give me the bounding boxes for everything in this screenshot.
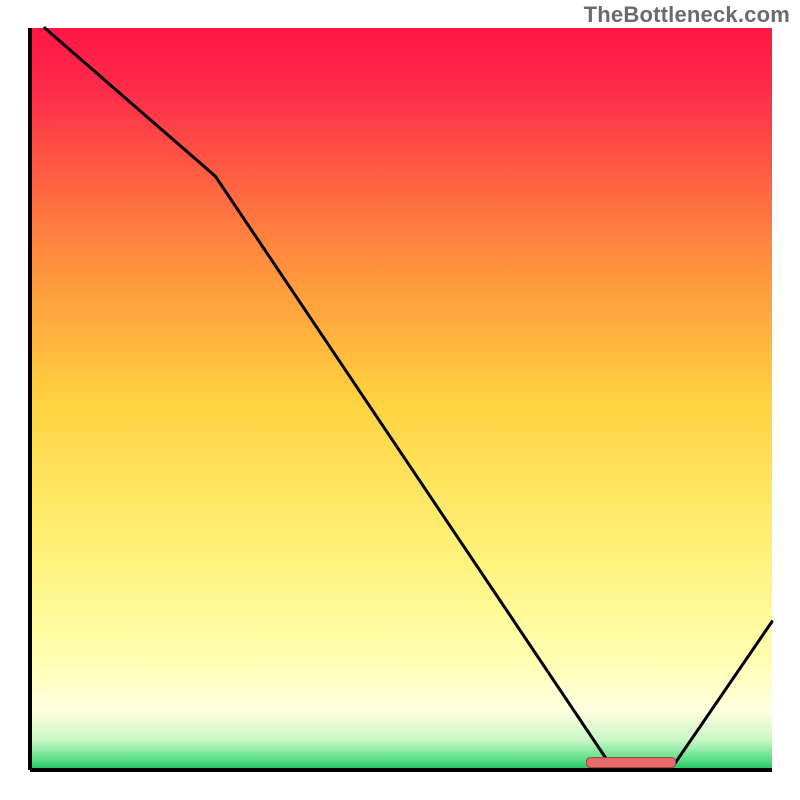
optimal-zone-marker [587, 758, 676, 768]
bottleneck-chart: TheBottleneck.com [0, 0, 800, 800]
watermark-text: TheBottleneck.com [584, 2, 790, 28]
chart-svg [0, 0, 800, 800]
plot-background [30, 28, 772, 770]
